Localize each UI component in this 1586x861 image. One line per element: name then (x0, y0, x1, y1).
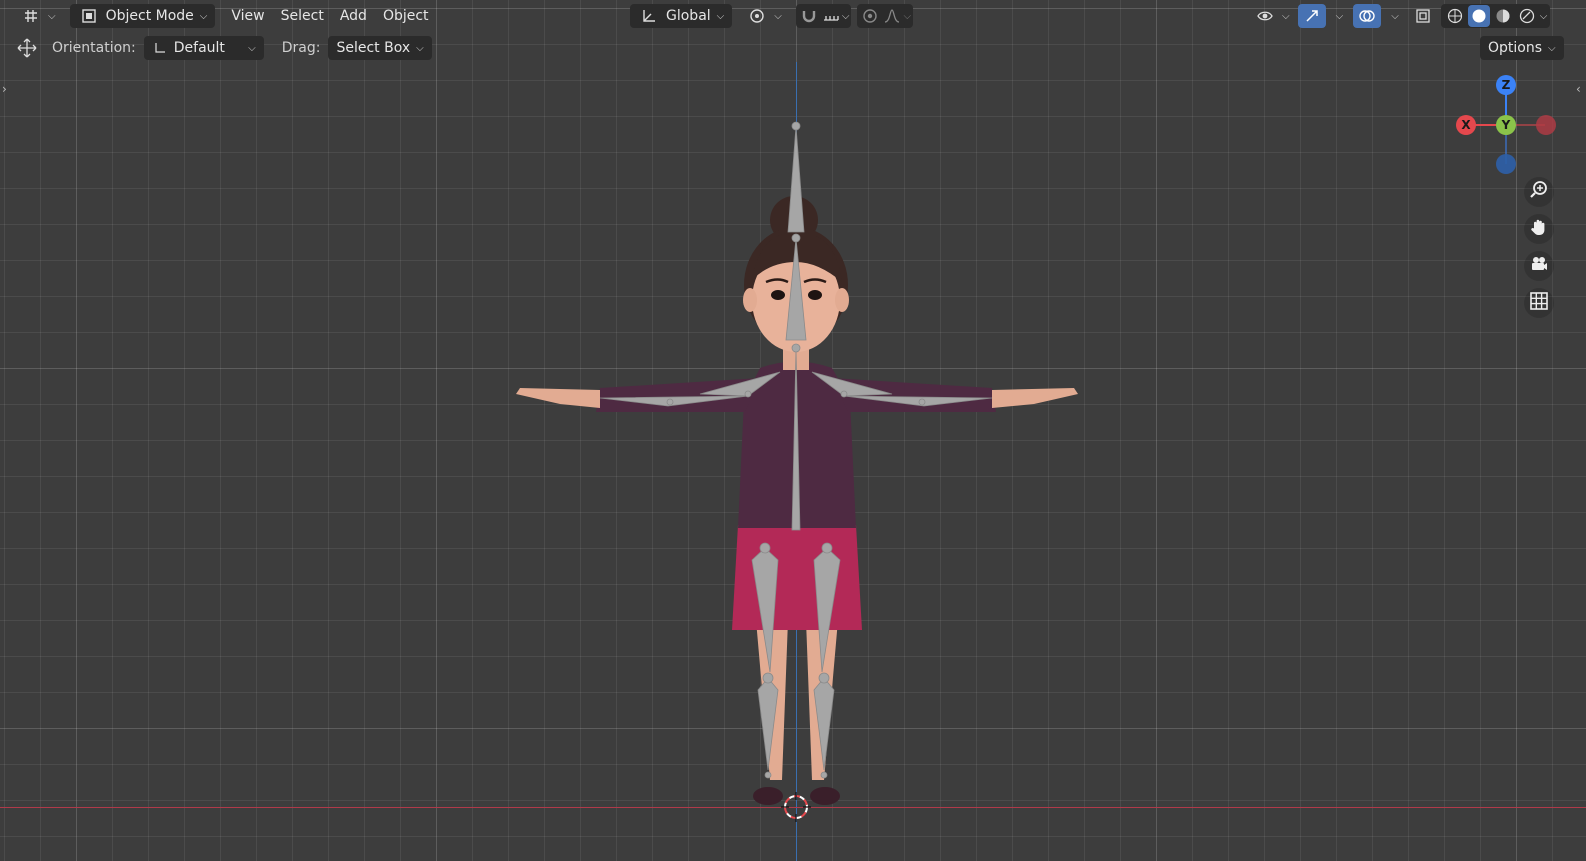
3d-cursor[interactable] (781, 792, 811, 822)
armature-bones[interactable] (599, 121, 993, 779)
character-model[interactable] (0, 0, 1586, 861)
